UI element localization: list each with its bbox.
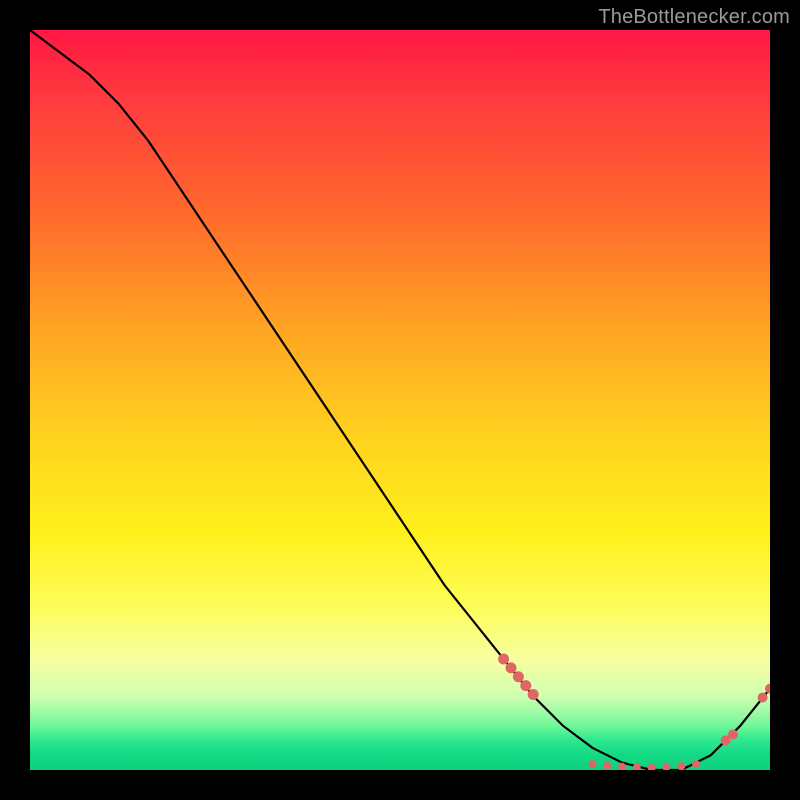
data-point: [520, 680, 531, 691]
data-point: [648, 764, 656, 770]
data-point: [633, 763, 641, 770]
data-point: [662, 763, 670, 770]
chart-svg: [30, 30, 770, 770]
plot-area: [30, 30, 770, 770]
chart-stage: TheBottlenecker.com: [0, 0, 800, 800]
data-point: [765, 684, 770, 694]
data-point: [728, 729, 738, 739]
data-markers: [498, 654, 770, 771]
data-point: [758, 692, 768, 702]
data-point: [498, 654, 509, 665]
curve-line: [30, 30, 770, 770]
data-point: [677, 762, 685, 770]
data-point: [603, 762, 611, 770]
data-point: [513, 671, 524, 682]
data-point: [506, 662, 517, 673]
watermark-text: TheBottlenecker.com: [598, 6, 790, 29]
data-point: [692, 760, 700, 768]
data-point: [528, 689, 539, 700]
data-point: [588, 760, 596, 768]
